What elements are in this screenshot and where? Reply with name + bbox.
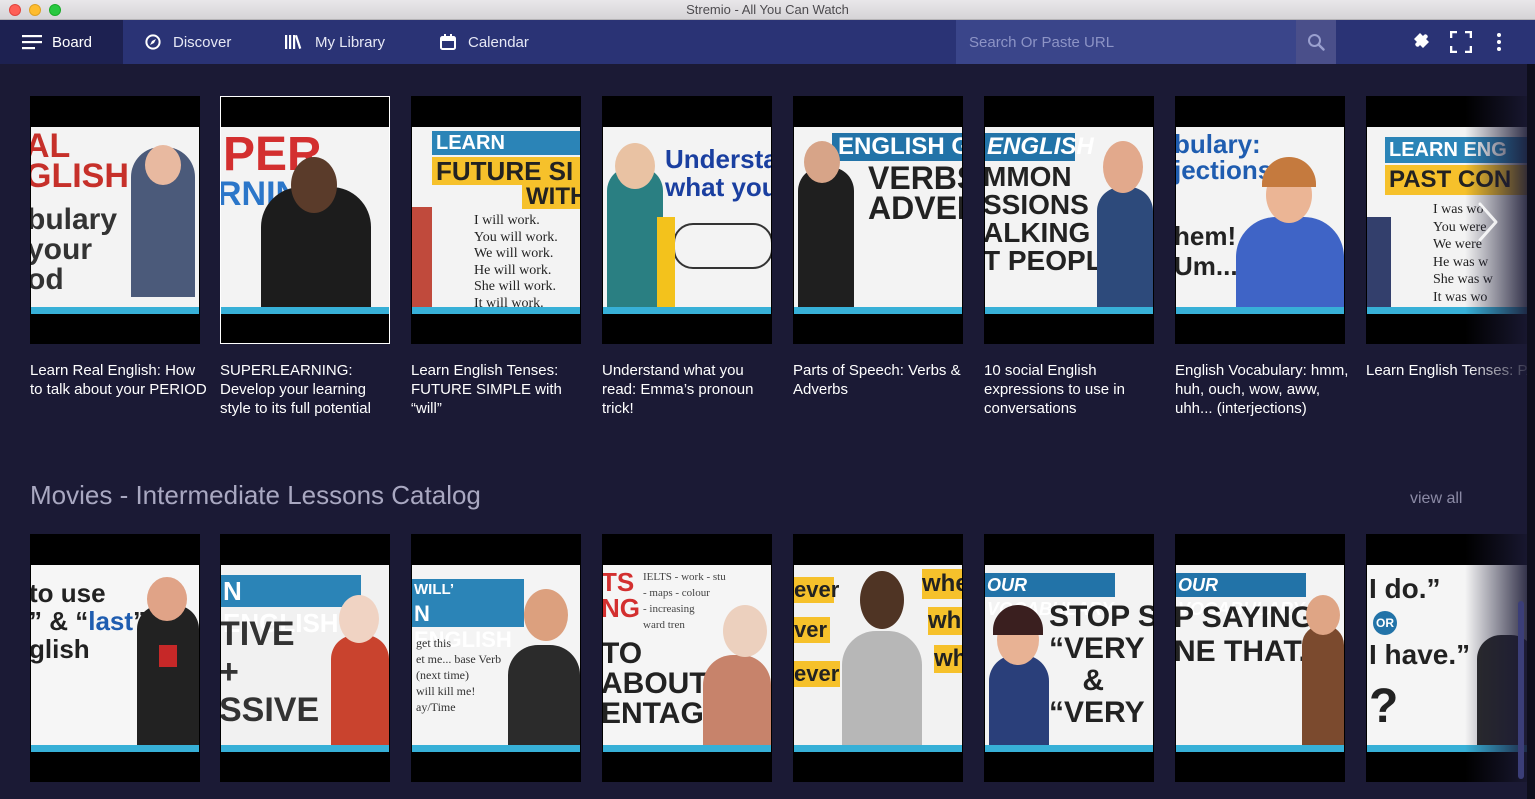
- nav-calendar-label: Calendar: [468, 33, 529, 51]
- puzzle-icon: [1411, 30, 1435, 54]
- card-title: 10 social English expressions to use in …: [984, 362, 1125, 417]
- poster-image: ALGLISH bularyyourod: [31, 127, 199, 314]
- poster: bulary: jections hem! Um...: [1175, 96, 1345, 344]
- poster-image: to use” & “last”glish: [31, 565, 199, 752]
- nav-my-library[interactable]: My Library: [285, 20, 385, 64]
- poster: ever ver ever whe wh wh: [793, 534, 963, 782]
- card-title: Learn English Tenses: FUTURE SIMPLE with…: [411, 362, 562, 417]
- card-title: SUPERLEARNING: Develop your learning sty…: [220, 362, 371, 417]
- poster-image: bulary: jections hem! Um...: [1176, 127, 1344, 314]
- poster-image: OUR VOCABULARY STOP SA“VERY G &“VERY: [985, 565, 1153, 752]
- nav-my-library-label: My Library: [315, 33, 386, 51]
- poster-image: ENGLISH MMON SSIONS ALKING T PEOPLE: [985, 127, 1153, 314]
- poster-image: I do.” OR I have.” ?: [1367, 565, 1535, 752]
- poster: OUR VOCABULARY STOP SA“VERY G &“VERY: [984, 534, 1154, 782]
- poster: to use” & “last”glish: [30, 534, 200, 782]
- poster: ENGLISH GRA VERBSADVER: [793, 96, 963, 344]
- board-content: ALGLISH bularyyourod Learn Real English:…: [0, 64, 1535, 799]
- poster-image: N ENGLISH TIVE+SSIVE: [221, 565, 389, 752]
- poster-image: ever ver ever whe wh wh: [794, 565, 962, 752]
- nav-board-label: Board: [52, 33, 93, 51]
- nav-discover-label: Discover: [173, 33, 232, 51]
- kebab-menu-icon: [1496, 32, 1502, 52]
- chevron-right-icon: [1477, 201, 1499, 243]
- card-title: Parts of Speech: Verbs & Adverbs: [793, 362, 961, 398]
- fullscreen-button[interactable]: [1447, 20, 1475, 64]
- nav-discover[interactable]: Discover: [145, 20, 231, 64]
- poster: OUR VOCABULARY P SAYING NE THAT.”: [1175, 534, 1345, 782]
- search-box: [956, 20, 1296, 64]
- poster-image: ENGLISH GRA VERBSADVER: [794, 127, 962, 314]
- search-input[interactable]: [969, 33, 1289, 51]
- fullscreen-icon: [1450, 31, 1472, 53]
- search-icon: [1307, 33, 1325, 51]
- nav-board[interactable]: Board: [0, 20, 123, 64]
- calendar-icon: [440, 34, 456, 50]
- poster: ENGLISH MMON SSIONS ALKING T PEOPLE: [984, 96, 1154, 344]
- nav-calendar[interactable]: Calendar: [440, 20, 529, 64]
- poster-image: LEARN ENG PAST CON I was wo You were We we…: [1367, 127, 1535, 314]
- vertical-scrollbar[interactable]: [1518, 601, 1524, 779]
- poster: WILL’ SENTENCES N ENGLISH get thiset me.…: [411, 534, 581, 782]
- hamburger-menu-icon: [22, 34, 42, 50]
- poster-image: OUR VOCABULARY P SAYING NE THAT.”: [1176, 565, 1344, 752]
- scroll-track: [1527, 64, 1535, 799]
- card-title: English Vocabulary: hmm, huh, ouch, wow,…: [1175, 362, 1349, 417]
- card-title: Understand what you read: Emma’s pronoun…: [602, 362, 754, 417]
- poster: ALGLISH bularyyourod: [30, 96, 200, 344]
- window-title: Stremio - All You Can Watch: [686, 2, 849, 17]
- card-title: Learn English Tenses: PAST CONTINUOUS: [1366, 362, 1535, 379]
- poster-image: TS NG TO ABOUT ENTAGES IELTS - work - stu - …: [603, 565, 771, 752]
- view-all-link[interactable]: view all: [1410, 490, 1462, 508]
- poster: LEARN ENG PAST CON I was wo You were We we…: [1366, 96, 1535, 344]
- poster: N ENGLISH TIVE+SSIVE: [220, 534, 390, 782]
- library-icon: [285, 34, 303, 50]
- poster: LEARN ENGLISH FUTURE SI WITH I will work…: [411, 96, 581, 344]
- poster: Understa what you: [602, 96, 772, 344]
- poster: PER RNING: [220, 96, 390, 344]
- row-next-button[interactable]: [1468, 192, 1508, 252]
- top-navbar: Board Discover My Library Calendar: [0, 20, 1535, 64]
- window-titlebar: Stremio - All You Can Watch: [0, 0, 1535, 20]
- poster-image: LEARN ENGLISH FUTURE SI WITH I will work…: [412, 127, 580, 314]
- addons-button[interactable]: [1409, 20, 1437, 64]
- search-button[interactable]: [1296, 20, 1336, 64]
- poster: TS NG TO ABOUT ENTAGES IELTS - work - stu - …: [602, 534, 772, 782]
- poster-image: WILL’ SENTENCES N ENGLISH get thiset me.…: [412, 565, 580, 752]
- compass-icon: [145, 34, 161, 50]
- card-title: Learn Real English: How to talk about yo…: [30, 362, 207, 398]
- poster-image: PER RNING: [221, 127, 389, 314]
- section-title: Movies - Intermediate Lessons Catalog: [30, 480, 481, 510]
- poster-image: Understa what you: [603, 127, 771, 314]
- poster: I do.” OR I have.” ?: [1366, 534, 1535, 782]
- more-menu-button[interactable]: [1487, 20, 1511, 64]
